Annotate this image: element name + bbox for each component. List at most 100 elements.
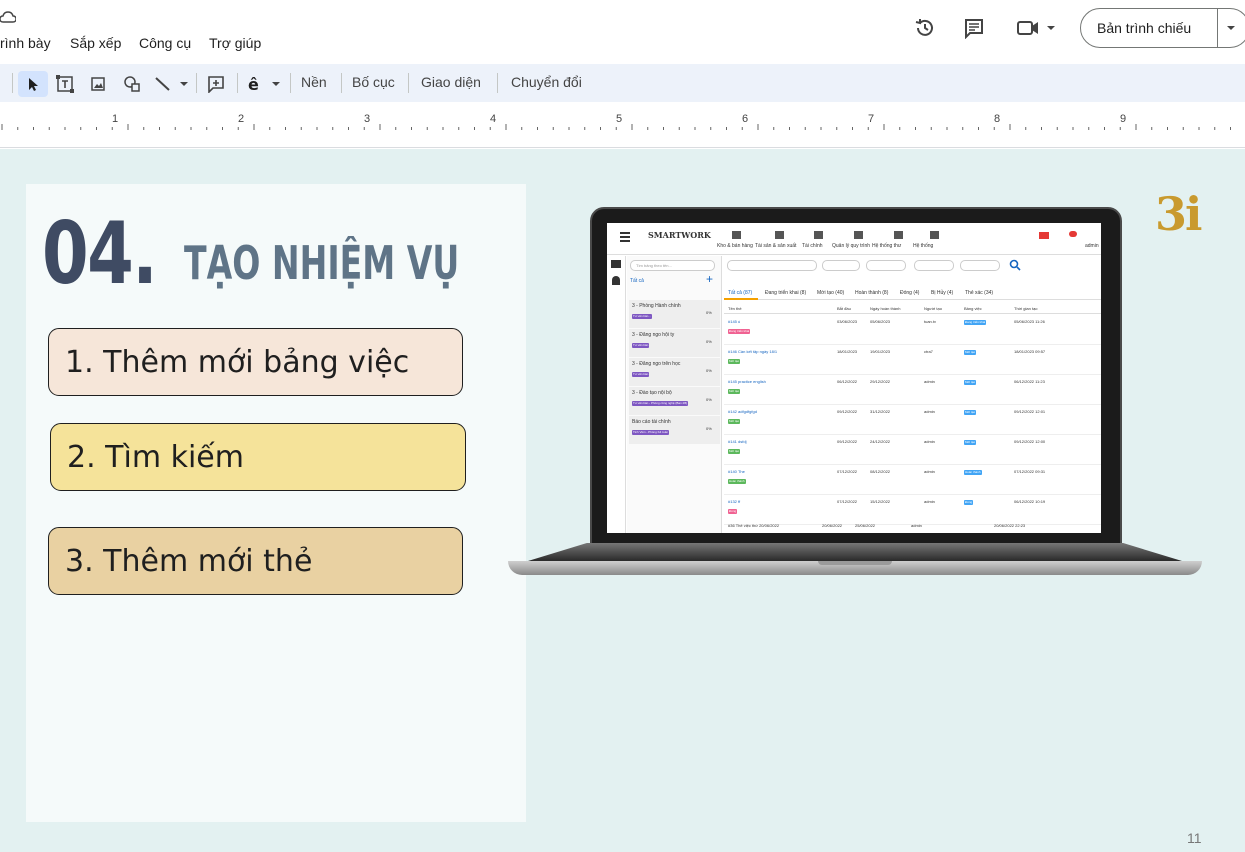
divider — [497, 73, 498, 93]
meet-button[interactable] — [1012, 15, 1062, 41]
step-add-board[interactable]: 1. Thêm mới bảng việc — [48, 328, 463, 396]
insert-comment-button[interactable] — [203, 71, 229, 97]
status-filter — [914, 260, 954, 271]
cell-end: 31/12/2022 — [870, 409, 891, 414]
cell-start: 09/12/2022 — [837, 439, 858, 444]
status-tag: Hoàn thành — [728, 479, 746, 484]
menu-tools[interactable]: Công cụ — [139, 35, 191, 51]
section-number: 04. — [42, 204, 158, 304]
cell-date: 06/12/2022 11:23 — [1014, 379, 1045, 384]
cell-creator: admin — [924, 409, 935, 414]
transition-button[interactable]: Chuyển đổi — [511, 74, 582, 90]
board-badge: Mới tạo — [964, 380, 977, 385]
status-tag: Mới tạo — [728, 389, 741, 394]
tab: Đang triển khai (8) — [765, 290, 807, 296]
cloud-saved-icon[interactable] — [0, 10, 16, 24]
date-filter — [866, 260, 906, 271]
nav-item: Hệ thống — [913, 243, 934, 249]
ruler-label: 9 — [1120, 113, 1127, 125]
cell-name: #146 Cần kết tập ngày 18/1 — [728, 349, 778, 354]
cell-date: 09/12/2022 12:01 — [1014, 409, 1046, 414]
app-nav: Kho & bán hàng Tài sản & sản xuất Tài ch… — [717, 229, 1047, 251]
cursor-icon — [29, 78, 38, 91]
board-badge: Đang triển khai — [964, 320, 987, 325]
nav-item: Hệ thống thư — [872, 243, 902, 249]
cell-end: 24/12/2022 — [870, 439, 891, 444]
version-history-icon[interactable] — [914, 17, 936, 39]
insert-image-button[interactable] — [86, 71, 110, 97]
slide-canvas[interactable]: 04. TẠO NHIỆM VỤ 1. Thêm mới bảng việc 2… — [0, 149, 1245, 852]
board-badge: Đóng — [964, 500, 974, 505]
layout-button[interactable]: Bố cục — [352, 74, 395, 90]
video-camera-icon — [1017, 21, 1055, 35]
slideshow-label: Bản trình chiếu — [1097, 20, 1192, 36]
divider — [196, 73, 197, 93]
divider — [237, 73, 238, 93]
ruler-label: 4 — [490, 113, 497, 125]
table-header: Tên thẻ Bắt đầu Ngày hoàn thành Người tạ… — [724, 304, 1101, 314]
ruler-label: 8 — [994, 113, 1001, 125]
chevron-down-icon[interactable] — [1225, 23, 1237, 33]
theme-button[interactable]: Giao diện — [421, 74, 481, 90]
toolbar: ê Nền Bố cục Giao diện Chuyển đổi — [0, 64, 1245, 102]
table-row: #132 ff 07/12/2022 15/12/2022 admin 06/12/20… — [724, 496, 1101, 525]
step-add-card[interactable]: 3. Thêm mới thẻ — [48, 527, 463, 595]
cell-name: #141 dsfdj — [728, 439, 747, 444]
menu-arrange[interactable]: Sắp xếp — [70, 35, 121, 51]
status-tag: Mới tạo — [728, 419, 741, 424]
shape-button[interactable] — [119, 71, 145, 97]
svg-text:ê: ê — [248, 75, 259, 93]
cell-name: #140 The — [728, 469, 745, 474]
slideshow-button[interactable]: Bản trình chiếu — [1080, 8, 1245, 48]
menu-help[interactable]: Trợ giúp — [209, 35, 261, 51]
cell-creator: admin — [924, 469, 935, 474]
app-brand: SMARTWORK — [648, 230, 711, 240]
table-row: #141 dsfdj 09/12/2022 24/12/2022 admin 09/12… — [724, 436, 1101, 465]
divider — [1217, 9, 1218, 47]
board-item: Báo cáo tài chính Tinh Viên - Phòng Kế t… — [629, 416, 720, 444]
tab: Thẻ xác (34) — [965, 290, 994, 296]
line-button[interactable] — [152, 71, 192, 97]
tab-all: Tất cả (87) — [728, 290, 753, 296]
comments-icon[interactable] — [963, 17, 985, 39]
board-item: 3 - Đào tạo nội bộ Tư vấn bán - Phòng cô… — [629, 387, 720, 415]
nav-item: Tài sản & sản xuất — [755, 243, 797, 249]
line-icon — [155, 77, 188, 91]
table-row: #145 ú 03/06/2023 05/06/2023 tuan.tv 05/06/2… — [724, 316, 1101, 345]
cell-end: 19/01/2023 — [870, 349, 891, 354]
step-search[interactable]: 2. Tìm kiếm — [50, 423, 466, 491]
menu-bar: rình bày Sắp xếp Công cụ Trợ giúp Bản tr… — [0, 0, 1245, 64]
background-button[interactable]: Nền — [301, 74, 327, 90]
ruler-label: 3 — [364, 113, 371, 125]
page-number: 11 — [1187, 830, 1202, 846]
cell-name: #145 ú — [728, 319, 741, 324]
board-sidebar: Tìm bảng theo tên... Tất cả + 3 - Phòng … — [627, 256, 722, 533]
tab: Đóng (4) — [900, 290, 920, 296]
cell-end: 08/12/2022 — [870, 469, 891, 474]
select-tool-button[interactable] — [18, 71, 48, 97]
input-tools-button[interactable]: ê — [244, 71, 284, 97]
nav-item: Kho & bán hàng — [717, 243, 753, 249]
cell-start: 03/06/2023 — [837, 319, 858, 324]
table-row: #145 practice english 06/12/2022 29/12/202… — [724, 376, 1101, 405]
divider — [290, 73, 291, 93]
type-filter — [960, 260, 1000, 271]
cell-start: 09/12/2022 — [837, 409, 858, 414]
text-box-button[interactable] — [52, 71, 78, 97]
shape-icon — [124, 76, 140, 92]
cell-date: 06/12/2022 10:19 — [1014, 499, 1046, 504]
cell-creator: tuan.tv — [924, 319, 937, 324]
tab: Hoàn thành (8) — [855, 290, 889, 296]
app-header: SMARTWORK Kho & bán hàng Tài sản & sản x… — [607, 223, 1101, 255]
cell-name: #142 adfgdfgfgd — [728, 409, 757, 414]
cell-end: 15/12/2022 — [870, 499, 891, 504]
table-row: #146 Cần kết tập ngày 18/1 18/01/2023 19/0… — [724, 346, 1101, 375]
menu-slideshow[interactable]: rình bày — [0, 35, 51, 51]
horizontal-ruler[interactable]: 1 2 3 4 5 6 7 8 9 — [0, 102, 1245, 148]
board-badge: Mới tạo — [964, 350, 977, 355]
laptop-keyboard — [528, 543, 1182, 561]
cell-creator: admin — [924, 379, 935, 384]
content-panel: 04. TẠO NHIỆM VỤ 1. Thêm mới bảng việc 2… — [26, 184, 526, 822]
cell-start: 18/01/2023 — [837, 349, 858, 354]
table-row: #142 adfgdfgfgd 09/12/2022 31/12/2022 admin… — [724, 406, 1101, 435]
